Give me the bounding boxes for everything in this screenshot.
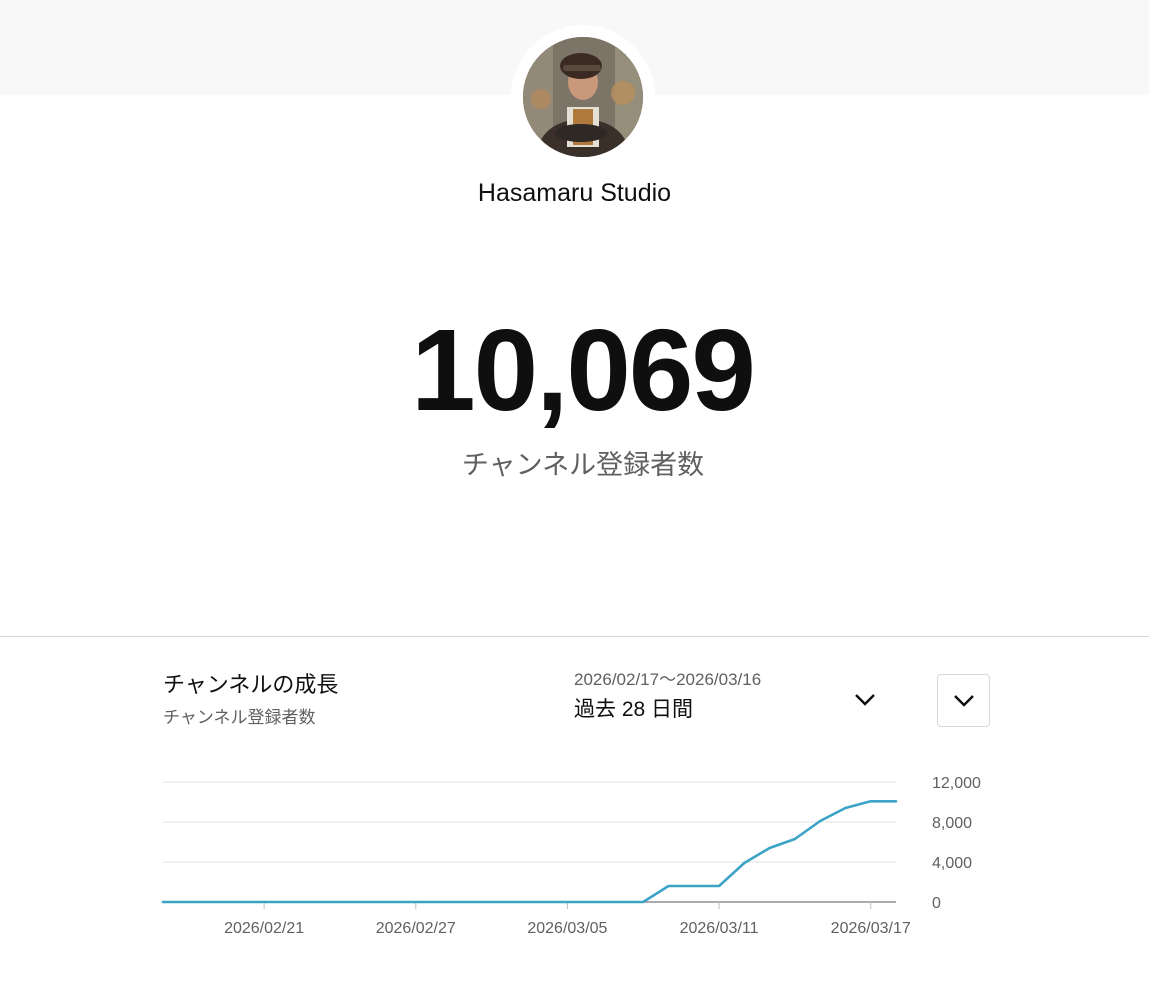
chevron-down-icon	[855, 694, 875, 706]
x-tick-label: 2026/03/05	[527, 920, 607, 937]
expand-chart-button[interactable]	[937, 674, 990, 727]
x-tick-label: 2026/03/11	[680, 920, 759, 937]
x-tick-label: 2026/03/17	[831, 920, 911, 937]
chevron-down-icon	[953, 694, 974, 707]
growth-title: チャンネルの成長	[163, 672, 339, 697]
avatar[interactable]	[523, 37, 643, 157]
subscriber-growth-chart: 12,000 8,000 4,000 0 2026/02/21 2026/02/27 202…	[161, 775, 981, 937]
subscriber-count-label: チャンネル登録者数	[461, 450, 705, 480]
avatar-image	[523, 37, 643, 157]
section-divider	[0, 636, 1149, 637]
date-range-dropdown-button[interactable]	[846, 682, 884, 718]
x-tick-label: 2026/02/27	[376, 920, 456, 937]
date-range-label[interactable]: 過去 28 日間	[574, 696, 693, 724]
channel-name: Hasamaru Studio	[477, 179, 672, 207]
y-tick-label: 0	[932, 895, 941, 912]
y-tick-label: 8,000	[932, 815, 972, 832]
date-range-dates: 2026/02/17〜2026/03/16	[574, 670, 762, 689]
y-tick-label: 12,000	[932, 775, 981, 792]
x-tick-label: 2026/02/21	[224, 920, 304, 937]
subscriber-count: 10,069	[411, 305, 756, 435]
growth-subtitle: チャンネル登録者数	[163, 708, 316, 727]
y-tick-label: 4,000	[932, 855, 972, 872]
series-line	[161, 800, 898, 904]
